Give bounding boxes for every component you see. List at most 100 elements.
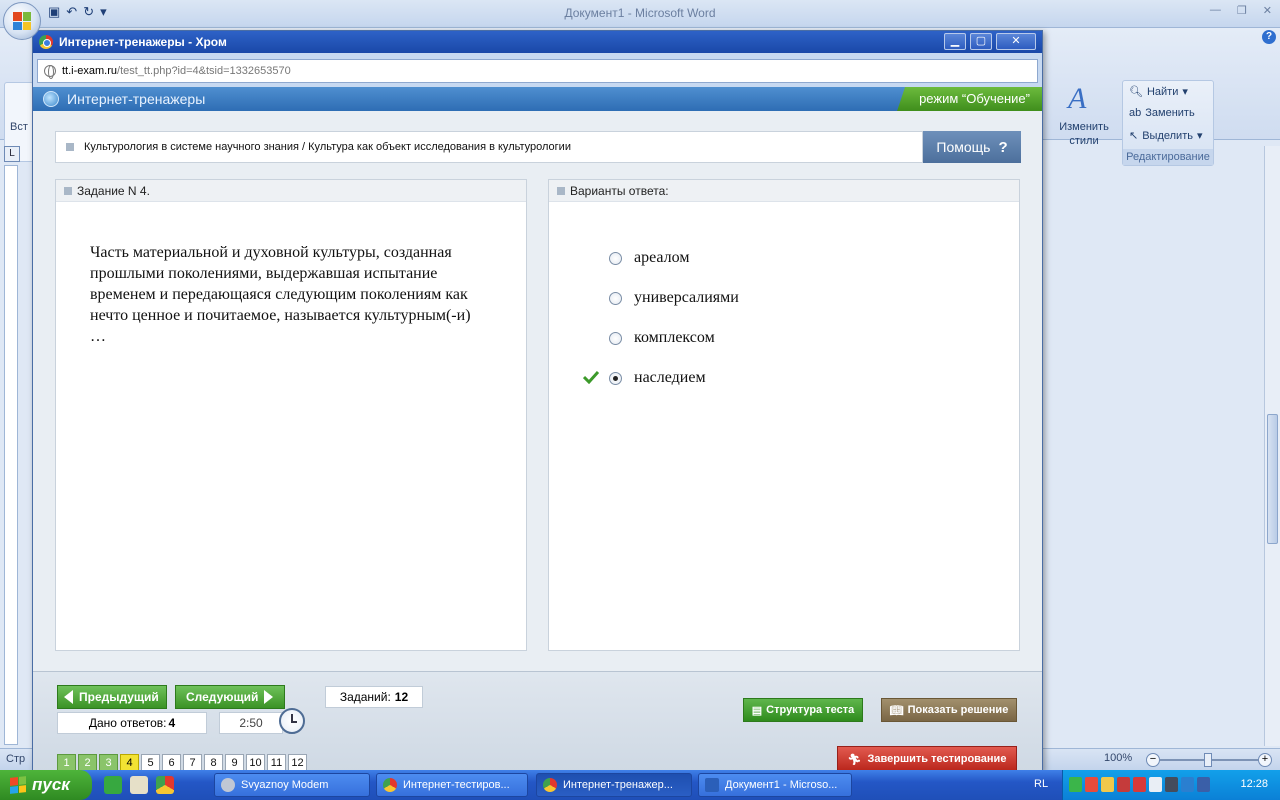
office-button[interactable]	[3, 2, 41, 40]
help-button[interactable]: Помощь ?	[923, 131, 1021, 163]
maximize-button[interactable]: ▢	[970, 33, 992, 50]
finish-label: Завершить тестирование	[867, 753, 1007, 765]
chrome-icon	[39, 35, 53, 49]
browser-title: Интернет-тренажеры - Хром	[59, 35, 227, 49]
zoom-out-icon[interactable]: −	[1146, 753, 1160, 767]
address-bar[interactable]: tt.i-exam.ru/test_tt.php?id=4&tsid=13326…	[37, 59, 1038, 83]
previous-button[interactable]: Предыдущий	[57, 685, 167, 709]
answer-option[interactable]: наследием	[583, 358, 739, 398]
office-logo-icon	[13, 12, 31, 30]
taskbar-item[interactable]: Svyaznoy Modem	[214, 773, 370, 797]
quick-launch	[104, 776, 174, 794]
editing-group-label: Редактирование	[1123, 149, 1213, 165]
find-label: Найти	[1146, 85, 1179, 98]
ribbon-left-label: Вст	[10, 121, 28, 133]
answer-label[interactable]: универсалиями	[634, 289, 739, 307]
tray-icon[interactable]	[1165, 777, 1178, 792]
editing-group: 🔍︎ Найти ▾ ab Заменить ↖ Выделить ▾ Редактиро…	[1122, 80, 1214, 166]
radio-button[interactable]	[609, 331, 622, 345]
answers-title: Варианты ответа:	[570, 183, 669, 198]
taskbar-item-label: Интернет-тренажер...	[563, 779, 673, 791]
minimize-icon[interactable]: —	[1210, 4, 1221, 17]
app-launch-icon[interactable]	[104, 776, 122, 794]
tray-icon[interactable]	[1069, 777, 1082, 792]
tasks-value: 12	[394, 690, 409, 704]
answer-option[interactable]: комплексом	[609, 318, 739, 358]
scroll-thumb[interactable]	[1267, 414, 1278, 544]
word-window-controls: — ❐ ✕	[1210, 4, 1272, 17]
mode-badge: режим “Обучение”	[897, 87, 1042, 111]
tray-icon[interactable]	[1101, 777, 1114, 792]
zoom-level[interactable]: 100%	[1104, 752, 1132, 764]
test-structure-button[interactable]: ▤ Структура теста	[743, 698, 863, 722]
restore-icon[interactable]: ❐	[1237, 4, 1247, 17]
ruler-toggle-button[interactable]: L	[4, 146, 20, 162]
show-solution-button[interactable]: 📖︎ Показать решение	[881, 698, 1017, 722]
windows-logo-icon	[10, 776, 26, 794]
select-button[interactable]: ↖ Выделить ▾	[1129, 129, 1203, 143]
radio-button[interactable]	[609, 251, 622, 265]
radio-button[interactable]	[609, 291, 622, 305]
check-icon	[583, 370, 599, 384]
globe-icon	[44, 65, 56, 79]
answers-panel: Варианты ответа: ареалом универсалиями к…	[548, 179, 1020, 651]
tray-icon[interactable]	[1085, 777, 1098, 792]
next-button[interactable]: Следующий	[175, 685, 285, 709]
tray-icon[interactable]	[1181, 777, 1194, 792]
tray-icon[interactable]	[1133, 777, 1146, 792]
tray-icon[interactable]	[1149, 777, 1162, 792]
taskbar-item[interactable]: Документ1 - Microso...	[698, 773, 852, 797]
answer-label[interactable]: наследием	[634, 369, 706, 387]
replace-button[interactable]: ab Заменить	[1129, 107, 1195, 119]
answered-count: Дано ответов: 4	[57, 712, 207, 734]
start-button[interactable]: пуск	[0, 770, 92, 800]
zoom-thumb[interactable]	[1204, 753, 1212, 767]
answer-label[interactable]: ареалом	[634, 249, 689, 267]
word-window-title: Документ1 - Microsoft Word	[564, 6, 716, 20]
help-icon[interactable]: ?	[1262, 30, 1276, 44]
tasks-count: Заданий: 12	[325, 686, 423, 708]
web-page: Интернет-тренажеры режим “Обучение” Куль…	[33, 87, 1042, 771]
runner-icon: 🏃︎	[847, 753, 862, 766]
close-icon[interactable]: ✕	[1263, 4, 1272, 17]
vk-icon[interactable]	[1197, 777, 1210, 792]
answer-label[interactable]: комплексом	[634, 329, 715, 347]
finish-test-button[interactable]: 🏃︎ Завершить тестирование	[837, 746, 1017, 771]
zoom-in-icon[interactable]: +	[1258, 753, 1272, 767]
answer-list: ареалом универсалиями комплексом наследи…	[583, 238, 739, 398]
start-label: пуск	[32, 775, 70, 794]
chrome-icon	[543, 778, 557, 792]
chrome-launch-icon[interactable]	[156, 776, 174, 794]
app-launch-icon[interactable]	[130, 776, 148, 794]
minimize-button[interactable]: ▁	[944, 33, 966, 50]
word-icon	[705, 778, 719, 792]
word-vertical-scrollbar[interactable]	[1264, 146, 1280, 746]
book-icon: 📖︎	[889, 704, 904, 717]
radio-button-selected[interactable]	[609, 371, 622, 385]
answer-option[interactable]: универсалиями	[609, 278, 739, 318]
taskbar-clock: 12:28	[1240, 778, 1268, 790]
question-text: Часть материальной и духовной культуры, …	[90, 244, 471, 345]
question-mark-icon: ?	[998, 138, 1008, 156]
replace-label: Заменить	[1145, 107, 1195, 119]
zoom-slider[interactable]: − +	[1146, 753, 1272, 767]
url-path: /test_tt.php?id=4&tsid=1332653570	[117, 65, 291, 77]
taskbar-item[interactable]: Интернет-тестиров...	[376, 773, 528, 797]
help-label: Помощь	[936, 139, 991, 155]
find-button[interactable]: 🔍︎ Найти ▾	[1129, 85, 1188, 99]
browser-window: Интернет-тренажеры - Хром ▁ ▢ ✕ tt.i-exa…	[32, 30, 1043, 772]
list-icon: ▤	[751, 704, 763, 717]
page-status: Стр	[6, 753, 26, 765]
clock-icon	[279, 708, 305, 734]
change-styles-button[interactable]: A Изменить стили	[1046, 82, 1118, 166]
bullet-icon	[66, 143, 74, 151]
language-indicator[interactable]: RL	[1034, 778, 1048, 790]
close-button[interactable]: ✕	[996, 33, 1036, 50]
word-title-bar: ▣ ↶ ↻ ▾ Документ1 - Microsoft Word — ❐ ✕	[0, 0, 1280, 28]
cursor-icon: ↖	[1129, 130, 1139, 142]
tray-icon[interactable]	[1117, 777, 1130, 792]
tray-icons	[1069, 777, 1210, 792]
answer-option[interactable]: ареалом	[609, 238, 739, 278]
arrow-left-icon	[64, 690, 73, 704]
taskbar-item-active[interactable]: Интернет-тренажер...	[536, 773, 692, 797]
